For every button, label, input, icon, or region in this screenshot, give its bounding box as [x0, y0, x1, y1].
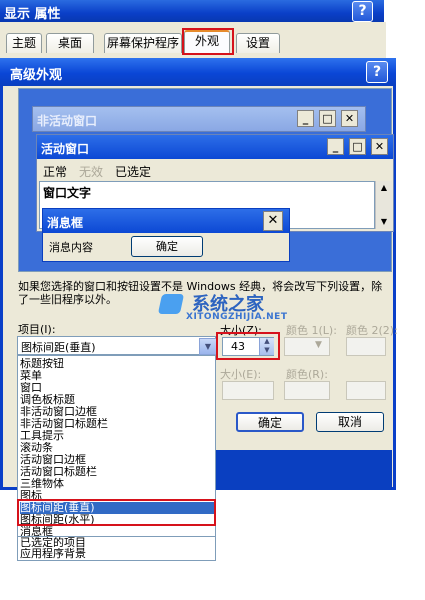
active-title-bar: 活动窗口 _ □ ✕ — [37, 135, 393, 159]
list-item[interactable]: 活动窗口标题栏 — [20, 466, 214, 478]
size2-field — [222, 381, 274, 400]
list-item[interactable]: 菜单 — [20, 370, 214, 382]
maximize-icon: □ — [319, 110, 336, 127]
msgbox-content: 消息内容 — [49, 241, 93, 254]
tab-themes[interactable]: 主题 — [6, 33, 42, 53]
ok-button[interactable]: 确定 — [236, 412, 304, 432]
outer-title-bar[interactable]: 显示 属性 ? — [0, 0, 384, 22]
menu-normal: 正常 — [43, 165, 68, 179]
tab-settings[interactable]: 设置 — [236, 33, 280, 53]
dialog-title: 高级外观 — [10, 68, 63, 83]
list-item[interactable]: 活动窗口边框 — [20, 454, 214, 466]
text-style-buttons — [346, 381, 386, 400]
scroll-up-icon: ▲ — [380, 183, 388, 192]
outer-help-button[interactable]: ? — [352, 1, 373, 22]
minimize-icon: _ — [297, 110, 314, 127]
menu-disabled: 无效 — [79, 165, 104, 179]
highlight-appearance-tab — [182, 28, 234, 55]
list-item[interactable]: 应用程序背景 — [20, 548, 214, 560]
list-item[interactable]: 窗口 — [20, 382, 214, 394]
color3-picker — [284, 381, 330, 400]
highlight-size-field — [216, 332, 280, 360]
list-item[interactable]: 非活动窗口边框 — [20, 406, 214, 418]
preview-scrollbar: ▲ ▼ — [375, 181, 392, 229]
outer-window-title: 显示 属性 — [4, 7, 61, 22]
color2-picker — [346, 337, 386, 356]
preview-message-box: 消息框 ✕ 消息内容 确定 — [42, 208, 290, 262]
tab-desktop[interactable]: 桌面 — [46, 33, 94, 53]
color3-label: 颜色(R): — [286, 368, 328, 381]
list-item[interactable]: 标题按钮 — [20, 358, 214, 370]
chevron-down-icon: ▼ — [315, 340, 322, 350]
tab-screensaver[interactable]: 屏幕保护程序 — [104, 33, 182, 53]
list-item[interactable]: 工具提示 — [20, 430, 214, 442]
preview-inactive-window: 非活动窗口 _ □ ✕ — [32, 106, 366, 132]
highlight-icon-spacing-items — [17, 499, 216, 526]
color2-label: 颜色 2(2): — [346, 324, 398, 337]
maximize-icon: □ — [349, 138, 366, 155]
msgbox-title: 消息框 — [47, 216, 84, 230]
item-dropdown[interactable]: 图标间距(垂直) ▼ — [17, 336, 217, 355]
dialog-title-bar[interactable]: 高级外观 ? — [0, 58, 396, 86]
inactive-title-bar: 非活动窗口 _ □ ✕ — [33, 107, 365, 131]
color1-picker: ▼ — [284, 337, 330, 356]
item-dropdown-value: 图标间距(垂直) — [21, 341, 96, 354]
close-icon: ✕ — [371, 138, 388, 155]
item-label: 项目(I): — [18, 323, 56, 336]
item-list-overflow[interactable]: 已选定的项目 应用程序背景 — [17, 537, 216, 561]
minimize-icon: _ — [327, 138, 344, 155]
chevron-down-icon[interactable]: ▼ — [199, 338, 217, 355]
watermark-logo-icon — [157, 294, 185, 314]
menu-selected: 已选定 — [115, 165, 152, 179]
list-item[interactable]: 消息框 — [20, 526, 214, 536]
active-window-title: 活动窗口 — [41, 142, 90, 156]
list-item[interactable]: 调色板标题 — [20, 394, 214, 406]
dialog-help-button[interactable]: ? — [366, 61, 388, 83]
window-text: 窗口文字 — [43, 186, 92, 200]
msgbox-title-bar: 消息框 ✕ — [43, 209, 289, 233]
desktop-strip — [216, 450, 392, 490]
close-icon: ✕ — [341, 110, 358, 127]
list-item[interactable]: 滚动条 — [20, 442, 214, 454]
size2-label: 大小(E): — [220, 368, 262, 381]
cancel-button[interactable]: 取消 — [316, 412, 384, 432]
msgbox-ok-button: 确定 — [131, 236, 203, 257]
list-item[interactable]: 非活动窗口标题栏 — [20, 418, 214, 430]
close-icon: ✕ — [263, 211, 283, 231]
inactive-window-title: 非活动窗口 — [37, 114, 98, 128]
list-item[interactable]: 三维物体 — [20, 478, 214, 490]
color1-label: 颜色 1(L): — [286, 324, 337, 337]
scroll-down-icon: ▼ — [380, 217, 388, 226]
watermark-url: XITONGZHIJIA.NET — [186, 312, 288, 322]
